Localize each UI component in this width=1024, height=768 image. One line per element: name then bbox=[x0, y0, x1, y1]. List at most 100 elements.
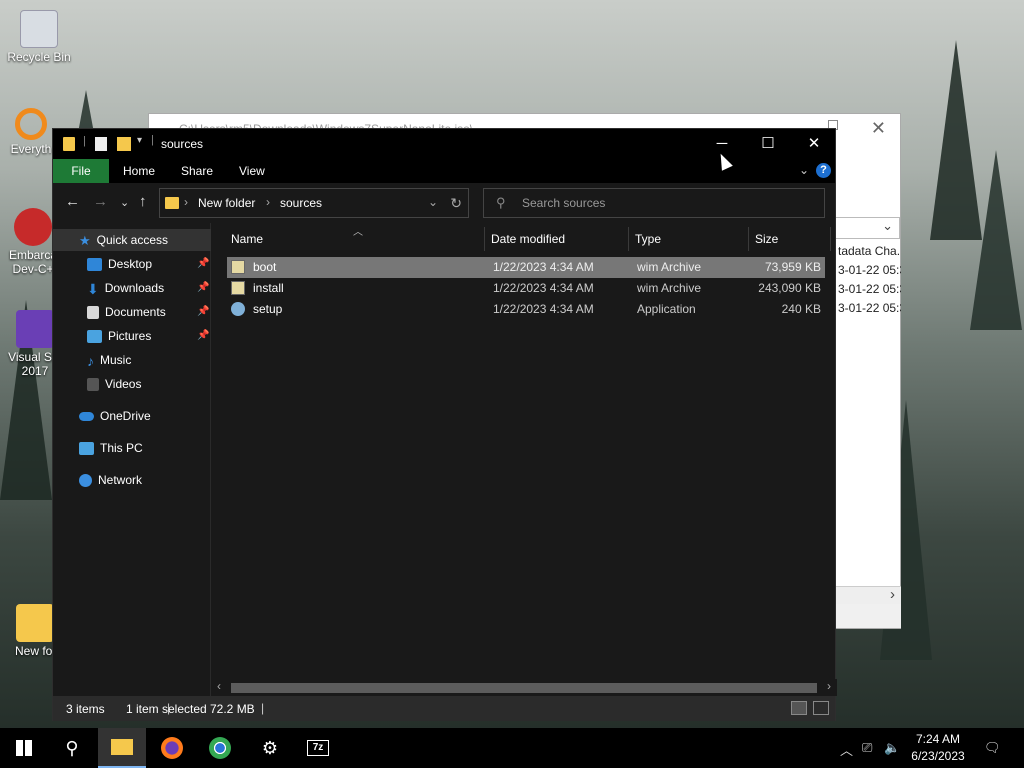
file-row-setup[interactable]: setup 1/22/2023 4:34 AM Application 240 … bbox=[227, 299, 825, 320]
chrome-icon bbox=[209, 737, 231, 759]
network-icon bbox=[79, 474, 92, 488]
pin-icon[interactable]: 📌 bbox=[197, 253, 209, 275]
navigation-pane: ★ Quick access Desktop 📌 ⬇ Downloads 📌 Doc… bbox=[53, 223, 211, 696]
pictures-icon bbox=[87, 330, 102, 344]
sidebar-item-onedrive[interactable]: OneDrive bbox=[79, 405, 151, 427]
search-button[interactable]: ⚲ bbox=[48, 728, 96, 768]
column-header-date-modified[interactable]: Date modified bbox=[485, 227, 629, 251]
firefox-icon bbox=[161, 737, 183, 759]
application-icon bbox=[231, 302, 245, 316]
back-window-dropdown[interactable] bbox=[834, 217, 900, 239]
clock-time: 7:24 AM bbox=[915, 732, 961, 746]
chevron-right-icon: › bbox=[266, 195, 270, 209]
volume-muted-icon[interactable]: 🔈 bbox=[884, 740, 900, 756]
refresh-icon[interactable]: ↻ bbox=[450, 195, 462, 212]
file-row-install[interactable]: install 1/22/2023 4:34 AM wim Archive 24… bbox=[227, 278, 825, 299]
divider: | bbox=[151, 134, 154, 146]
search-icon: ⚲ bbox=[496, 195, 506, 210]
status-size: 72.2 MB bbox=[210, 702, 255, 716]
notification-center-icon[interactable]: 🗨 bbox=[984, 740, 1001, 756]
large-icons-view-icon[interactable] bbox=[813, 701, 829, 715]
search-box[interactable]: ⚲ bbox=[483, 188, 825, 218]
tab-file[interactable]: File bbox=[53, 159, 109, 183]
computer-icon bbox=[79, 442, 94, 456]
breadcrumb-sources[interactable]: sources bbox=[280, 196, 322, 210]
start-button[interactable] bbox=[0, 728, 48, 768]
firefox-taskbar-button[interactable] bbox=[148, 728, 196, 768]
back-window-column: tadata Cha... 3-01-22 05:3 3-01-22 05:3 … bbox=[835, 242, 901, 582]
sidebar-item-videos[interactable]: Videos bbox=[87, 373, 141, 395]
pin-icon[interactable]: 📌 bbox=[197, 325, 209, 347]
folder-icon bbox=[16, 604, 54, 642]
star-icon: ★ bbox=[79, 232, 91, 248]
details-view-icon[interactable] bbox=[791, 701, 807, 715]
file-date: 1/22/2023 4:34 AM bbox=[493, 302, 594, 316]
chevron-up-icon[interactable]: ︿ bbox=[840, 740, 853, 759]
tab-view[interactable]: View bbox=[225, 159, 279, 183]
sidebar-item-desktop[interactable]: Desktop 📌 bbox=[87, 253, 209, 275]
search-input[interactable] bbox=[522, 194, 812, 212]
file-explorer-icon bbox=[111, 739, 133, 755]
file-type: wim Archive bbox=[637, 260, 702, 274]
sidebar-item-quick-access[interactable]: ★ Quick access bbox=[53, 229, 211, 251]
sidebar-item-this-pc[interactable]: This PC bbox=[79, 437, 143, 459]
back-window-row[interactable]: 3-01-22 05:3 bbox=[836, 280, 901, 299]
back-window-scrollbar[interactable] bbox=[835, 586, 901, 604]
maximize-button[interactable]: ☐ bbox=[745, 133, 791, 155]
scrollbar-thumb[interactable] bbox=[231, 683, 817, 693]
sidebar-item-downloads[interactable]: ⬇ Downloads 📌 bbox=[87, 277, 209, 299]
horizontal-scrollbar[interactable]: ‹ › bbox=[211, 679, 837, 696]
forward-arrow-icon[interactable]: → bbox=[93, 193, 108, 210]
desktop-icon-recycle-bin[interactable]: Recycle Bin bbox=[2, 10, 76, 64]
file-name: setup bbox=[253, 302, 283, 316]
chevron-right-icon: › bbox=[184, 195, 188, 209]
clock[interactable]: 7:24 AM 6/23/2023 bbox=[900, 731, 976, 765]
back-window-row[interactable]: 3-01-22 05:3 bbox=[836, 261, 901, 280]
scroll-right-icon[interactable]: › bbox=[827, 679, 831, 693]
column-header-type[interactable]: Type bbox=[629, 227, 749, 251]
help-icon[interactable]: ? bbox=[816, 163, 831, 178]
divider: | bbox=[261, 701, 265, 715]
download-arrow-icon: ⬇ bbox=[87, 280, 99, 297]
recent-locations-icon[interactable]: ⌄ bbox=[120, 196, 129, 209]
everything-search-icon bbox=[15, 108, 47, 140]
network-status-icon[interactable]: ⎚ bbox=[862, 740, 872, 756]
tab-home[interactable]: Home bbox=[109, 159, 169, 183]
sort-ascending-icon: ︿ bbox=[353, 227, 363, 238]
background-tree bbox=[970, 150, 1022, 330]
file-explorer-taskbar-button[interactable] bbox=[98, 728, 146, 768]
navigation-bar: ← → ⌄ ↑ › New folder › sources ⌄ ↻ ⚲ bbox=[53, 183, 835, 223]
pin-icon[interactable]: 📌 bbox=[197, 301, 209, 323]
address-dropdown-icon[interactable]: ⌄ bbox=[428, 195, 438, 209]
tab-share[interactable]: Share bbox=[167, 159, 227, 183]
back-arrow-icon[interactable]: ← bbox=[65, 193, 80, 210]
file-list: Name ︿ Date modified Type Size boot 1/22… bbox=[211, 223, 837, 696]
chrome-taskbar-button[interactable] bbox=[196, 728, 244, 768]
expand-ribbon-icon[interactable]: ⌄ bbox=[799, 163, 809, 177]
file-type: Application bbox=[637, 302, 696, 316]
scroll-left-icon[interactable]: ‹ bbox=[217, 679, 221, 693]
file-name: install bbox=[253, 281, 284, 295]
back-window-bottom-panel bbox=[835, 604, 901, 628]
videos-icon bbox=[87, 378, 99, 392]
column-header-size[interactable]: Size bbox=[749, 227, 831, 251]
file-size: 240 KB bbox=[781, 302, 821, 316]
close-button[interactable]: ✕ bbox=[791, 133, 837, 155]
back-window-close-button[interactable]: ✕ bbox=[871, 118, 886, 139]
wim-archive-icon bbox=[231, 260, 245, 274]
new-folder-icon[interactable] bbox=[117, 137, 131, 151]
properties-icon[interactable] bbox=[95, 137, 107, 151]
breadcrumb-new-folder[interactable]: New folder bbox=[198, 196, 255, 210]
file-row-boot[interactable]: boot 1/22/2023 4:34 AM wim Archive 73,95… bbox=[227, 257, 825, 278]
sidebar-item-music[interactable]: ♪ Music bbox=[87, 349, 131, 371]
7zip-taskbar-button[interactable]: 7z bbox=[294, 728, 342, 768]
sidebar-item-documents[interactable]: Documents 📌 bbox=[87, 301, 209, 323]
back-window-row[interactable]: 3-01-22 05:3 bbox=[836, 299, 901, 318]
customize-quick-access-icon[interactable]: ▾ bbox=[137, 135, 142, 149]
up-arrow-icon[interactable]: ↑ bbox=[139, 193, 147, 210]
pin-icon[interactable]: 📌 bbox=[197, 277, 209, 299]
sidebar-item-pictures[interactable]: Pictures 📌 bbox=[87, 325, 209, 347]
sidebar-item-network[interactable]: Network bbox=[79, 469, 142, 491]
settings-taskbar-button[interactable]: ⚙ bbox=[246, 728, 294, 768]
address-bar[interactable]: › New folder › sources ⌄ ↻ bbox=[159, 188, 469, 218]
